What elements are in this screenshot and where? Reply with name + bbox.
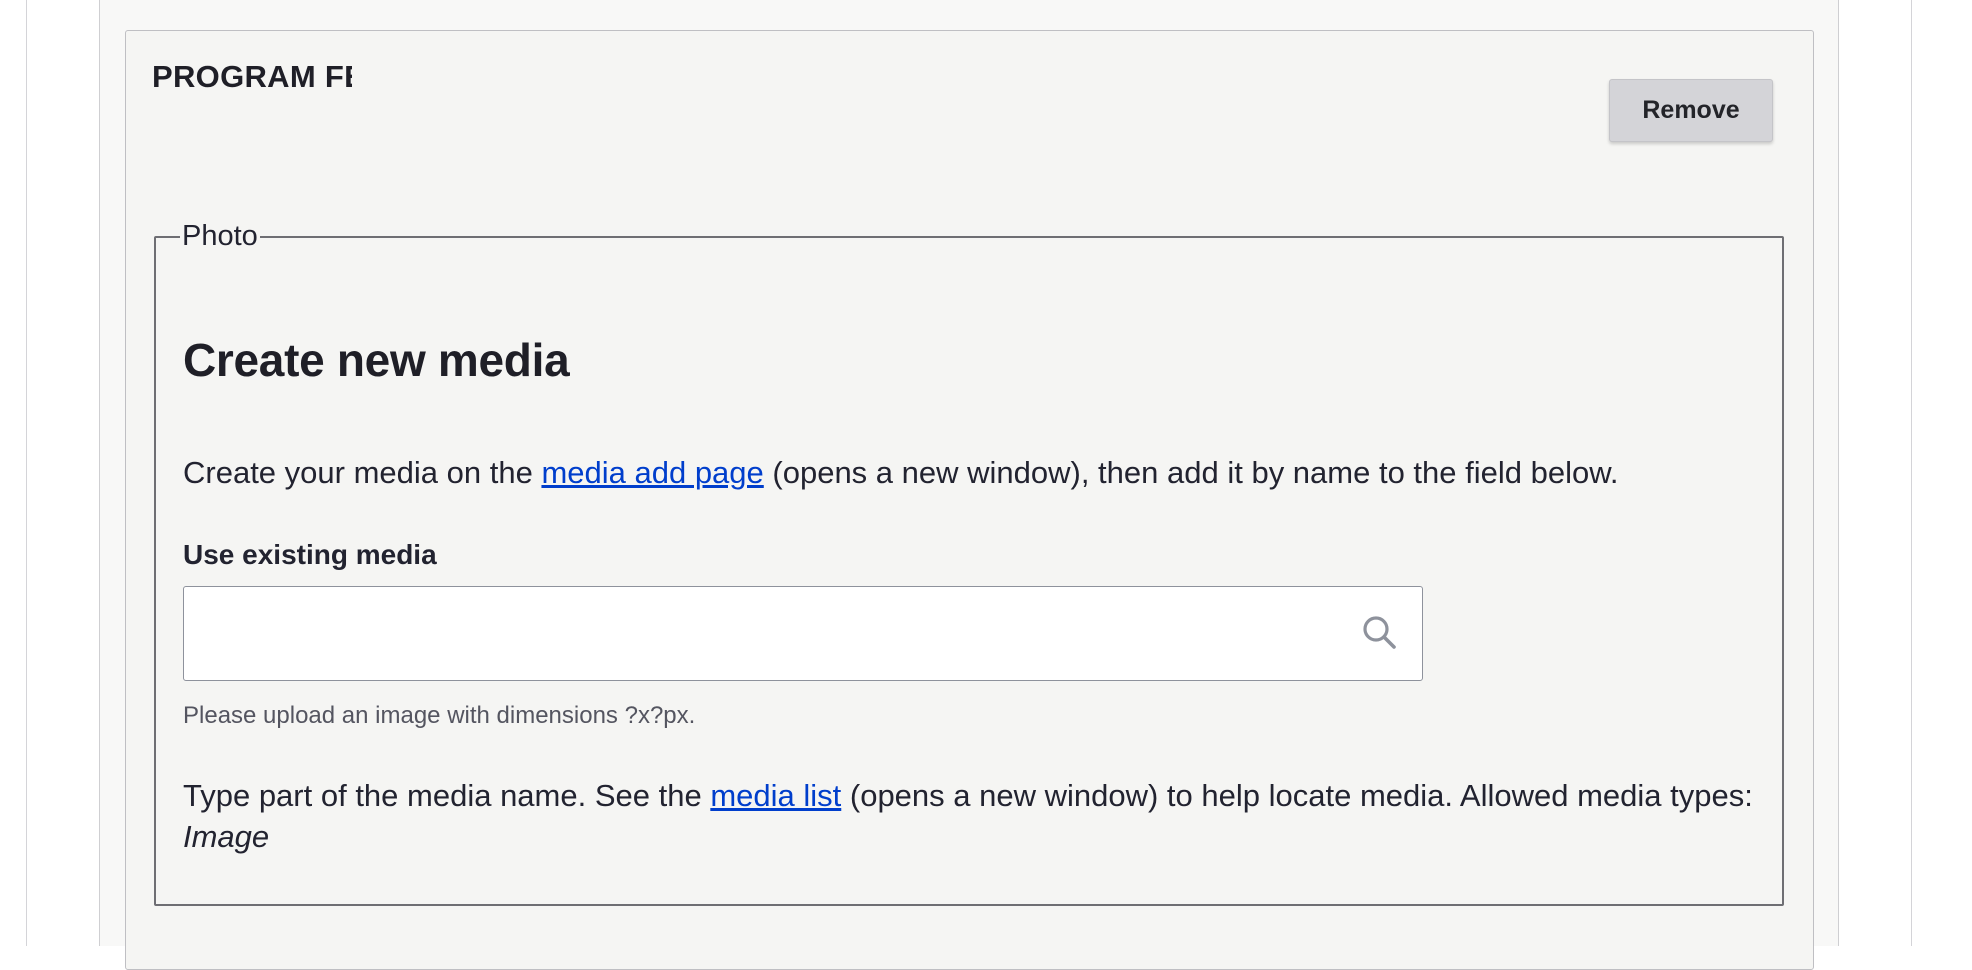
dimension-help-text: Please upload an image with dimensions ?… bbox=[183, 702, 696, 729]
paragraph-title: PROGRAM FE bbox=[152, 59, 352, 94]
type-prefix: Type part of the media name. See the bbox=[183, 778, 711, 813]
search-icon bbox=[1363, 616, 1396, 649]
media-search-field[interactable] bbox=[183, 586, 1423, 682]
paragraph-item: PROGRAM FE Remove Photo Create new media… bbox=[125, 30, 1814, 970]
allowed-media-type: Image bbox=[183, 819, 270, 854]
description-prefix: Create your media on the bbox=[183, 455, 542, 490]
create-media-description: Create your media on the media add page … bbox=[183, 455, 1619, 491]
create-media-heading: Create new media bbox=[183, 334, 570, 386]
description-suffix: (opens a new window), then add it by nam… bbox=[763, 455, 1619, 490]
use-existing-media-label: Use existing media bbox=[183, 539, 437, 570]
media-add-page-link[interactable]: media add page bbox=[541, 455, 763, 490]
remove-button[interactable]: Remove bbox=[1609, 79, 1773, 142]
media-type-description: Type part of the media name. See the med… bbox=[183, 775, 1763, 857]
media-search-input[interactable] bbox=[196, 587, 1360, 682]
media-list-link[interactable]: media list bbox=[710, 778, 841, 813]
type-suffix: (opens a new window) to help locate medi… bbox=[841, 778, 1753, 813]
photo-legend: Photo bbox=[182, 220, 258, 252]
photo-fieldset: Photo Create new media Create your media… bbox=[154, 220, 1784, 906]
